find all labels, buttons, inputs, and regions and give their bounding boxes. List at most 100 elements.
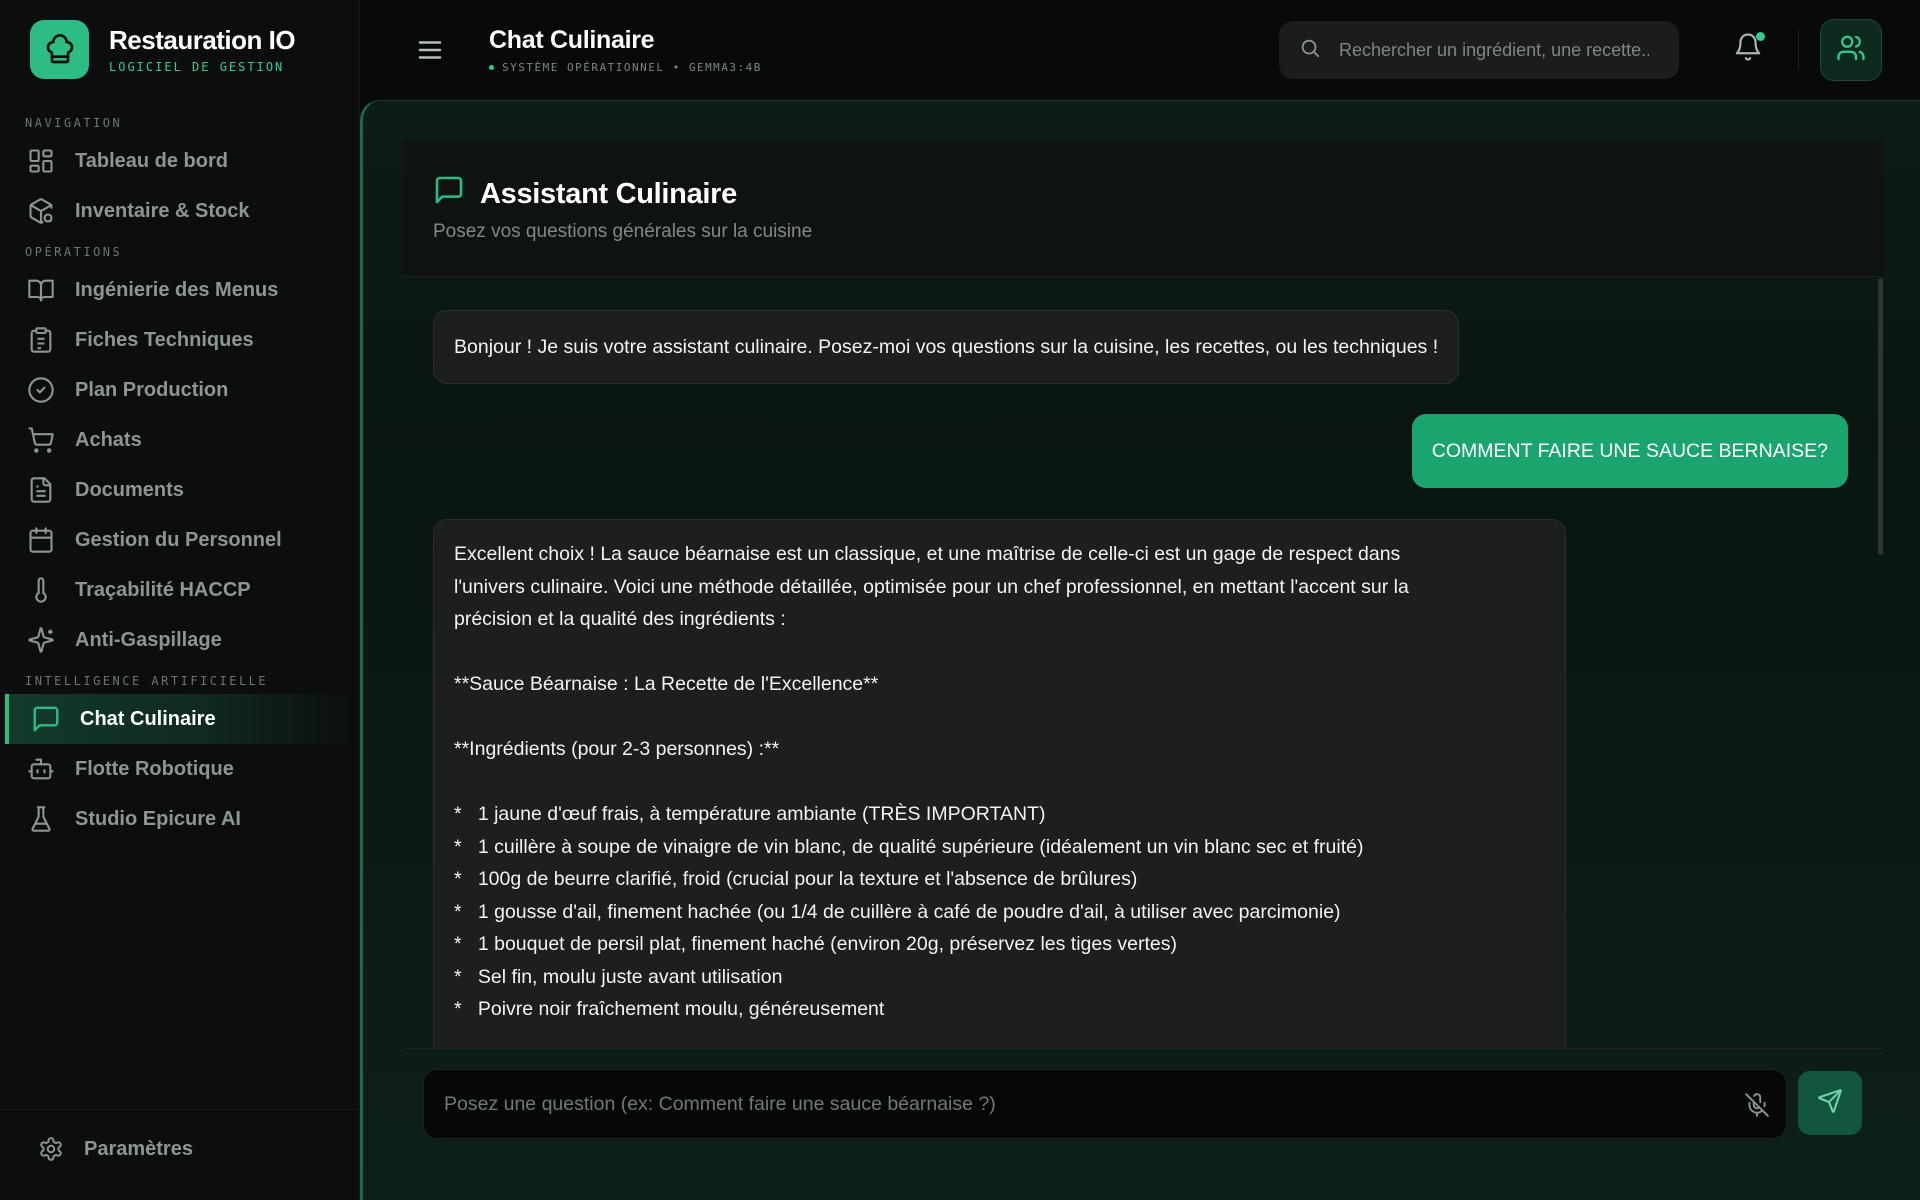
message-line: * 1 cuillère à soupe de vinaigre de vin …: [454, 835, 1364, 858]
users-icon: [1836, 33, 1866, 68]
message-line: [454, 766, 1545, 799]
sidebar-footer: Paramètres: [0, 1109, 360, 1200]
team-button[interactable]: [1820, 19, 1882, 81]
system-status: SYSTÈME OPÉRATIONNEL • GEMMA3:4B: [489, 61, 762, 74]
sparkles-icon: [26, 625, 56, 655]
status-text: SYSTÈME OPÉRATIONNEL • GEMMA3:4B: [502, 61, 762, 74]
robot-icon: [26, 754, 56, 784]
send-icon: [1817, 1088, 1843, 1119]
message-line: précision et la qualité des ingrédients …: [454, 608, 786, 630]
cart-icon: [26, 425, 56, 455]
sidebar-item-chat[interactable]: Chat Culinaire: [5, 694, 360, 744]
brand-name: Restauration IO: [109, 25, 296, 55]
page-title-block: Chat Culinaire SYSTÈME OPÉRATIONNEL • GE…: [489, 26, 762, 74]
question-field[interactable]: [423, 1069, 1787, 1139]
message-line: * Poivre noir fraîchement moulu, généreu…: [454, 998, 885, 1020]
chat-title: Assistant Culinaire: [433, 174, 737, 214]
message-line: * 1 jaune d'œuf frais, à température amb…: [454, 803, 1046, 825]
sidebar-item-label: Tableau de bord: [75, 149, 228, 172]
sidebar-item-label: Flotte Robotique: [75, 757, 234, 780]
section-label-operations: OPÉRATIONS: [25, 245, 123, 259]
message-line: * 1 bouquet de persil plat, finement hac…: [454, 933, 1177, 955]
sidebar-item-dashboard[interactable]: Tableau de bord: [0, 136, 360, 186]
chat-card: Assistant Culinaire Posez vos questions …: [403, 141, 1883, 1191]
sidebar-item-technical-sheets[interactable]: Fiches Techniques: [0, 315, 360, 365]
bell-icon: [1733, 33, 1763, 66]
message-text: Bonjour ! Je suis votre assistant culina…: [454, 335, 1439, 358]
file-icon: [26, 475, 56, 505]
dashboard-icon: [26, 146, 56, 176]
flask-icon: [26, 804, 56, 834]
sidebar-item-label: Achats: [75, 428, 142, 451]
main-panel: Assistant Culinaire Posez vos questions …: [360, 100, 1920, 1200]
status-dot-icon: [489, 65, 494, 70]
sidebar-item-inventory[interactable]: Inventaire & Stock: [0, 186, 360, 236]
chef-hat-icon: [30, 20, 89, 79]
gear-icon: [38, 1136, 64, 1162]
message-text: COMMENT FAIRE UNE SAUCE BERNAISE?: [1431, 439, 1828, 462]
sidebar-item-label: Studio Epicure AI: [75, 807, 241, 830]
top-header: Chat Culinaire SYSTÈME OPÉRATIONNEL • GE…: [360, 0, 1920, 100]
message-line: * 100g de beurre clarifié, froid (crucia…: [454, 868, 1138, 890]
message-line: [454, 701, 1545, 734]
thermometer-icon: [26, 575, 56, 605]
send-button[interactable]: [1798, 1071, 1862, 1135]
assistant-message: Excellent choix ! La sauce béarnaise est…: [433, 519, 1566, 1048]
notification-badge: [1756, 32, 1765, 41]
section-label-navigation: NAVIGATION: [25, 116, 123, 130]
sidebar-item-label: Plan Production: [75, 378, 229, 401]
chat-header: Assistant Culinaire Posez vos questions …: [403, 141, 1883, 277]
message-list[interactable]: Bonjour ! Je suis votre assistant culina…: [403, 278, 1883, 1048]
message-line: * Sel fin, moulu juste avant utilisation: [454, 965, 783, 988]
chat-title-text: Assistant Culinaire: [480, 177, 737, 210]
user-message: COMMENT FAIRE UNE SAUCE BERNAISE?: [1411, 414, 1848, 488]
sidebar-item-staff[interactable]: Gestion du Personnel: [0, 515, 360, 565]
scrollbar[interactable]: [1878, 278, 1883, 555]
settings-link[interactable]: Paramètres: [38, 1136, 193, 1162]
chat-subtitle: Posez vos questions générales sur la cui…: [433, 221, 813, 242]
sidebar-item-robotics[interactable]: Flotte Robotique: [0, 744, 360, 794]
message-line: **Sauce Béarnaise : La Recette de l'Exce…: [454, 673, 879, 695]
package-search-icon: [26, 196, 56, 226]
chat-icon: [31, 704, 61, 734]
question-input[interactable]: [444, 1092, 1714, 1116]
sidebar-item-label: Ingénierie des Menus: [75, 278, 279, 301]
brand-subtitle: LOGICIEL DE GESTION: [109, 60, 285, 74]
book-open-icon: [26, 275, 56, 305]
sidebar-item-label: Gestion du Personnel: [75, 528, 282, 551]
message-line: l'univers culinaire. Voici une méthode d…: [454, 575, 1409, 598]
mic-off-icon[interactable]: [1744, 1092, 1770, 1123]
sidebar-item-haccp[interactable]: Traçabilité HACCP: [0, 565, 360, 615]
page-title: Chat Culinaire: [489, 26, 655, 54]
calendar-icon: [26, 525, 56, 555]
menu-toggle-button[interactable]: [415, 35, 445, 70]
brand[interactable]: Restauration IO LOGICIEL DE GESTION: [30, 20, 296, 79]
search-icon: [1299, 37, 1321, 64]
sidebar-item-label: Chat Culinaire: [80, 707, 216, 730]
check-circle-icon: [26, 375, 56, 405]
composer: [403, 1048, 1883, 1191]
sidebar-item-studio[interactable]: Studio Epicure AI: [0, 794, 360, 844]
clipboard-icon: [26, 325, 56, 355]
sidebar-item-purchases[interactable]: Achats: [0, 415, 360, 465]
sidebar-item-label: Fiches Techniques: [75, 328, 254, 351]
message-line: [454, 636, 1545, 669]
header-divider: [1798, 30, 1799, 70]
notifications-button[interactable]: [1733, 32, 1765, 67]
sidebar-item-menus[interactable]: Ingénierie des Menus: [0, 265, 360, 315]
message-line: Excellent choix ! La sauce béarnaise est…: [454, 543, 1401, 565]
sidebar-item-label: Traçabilité HACCP: [75, 578, 251, 601]
assistant-message: Bonjour ! Je suis votre assistant culina…: [433, 310, 1460, 384]
sidebar-item-label: Inventaire & Stock: [75, 199, 250, 222]
sidebar-item-production[interactable]: Plan Production: [0, 365, 360, 415]
sidebar-item-label: Documents: [75, 478, 184, 501]
sidebar-item-documents[interactable]: Documents: [0, 465, 360, 515]
search-input[interactable]: [1339, 39, 1649, 61]
message-line: * 1 gousse d'ail, finement hachée (ou 1/…: [454, 900, 1341, 923]
message-line: **Ingrédients (pour 2-3 personnes) :**: [454, 738, 780, 760]
section-label-ai: INTELLIGENCE ARTIFICIELLE: [25, 674, 269, 688]
sidebar-item-label: Anti-Gaspillage: [75, 628, 222, 651]
sidebar: Restauration IO LOGICIEL DE GESTION NAVI…: [0, 0, 360, 1200]
search-bar[interactable]: [1279, 21, 1679, 79]
sidebar-item-anti-waste[interactable]: Anti-Gaspillage: [0, 615, 360, 665]
